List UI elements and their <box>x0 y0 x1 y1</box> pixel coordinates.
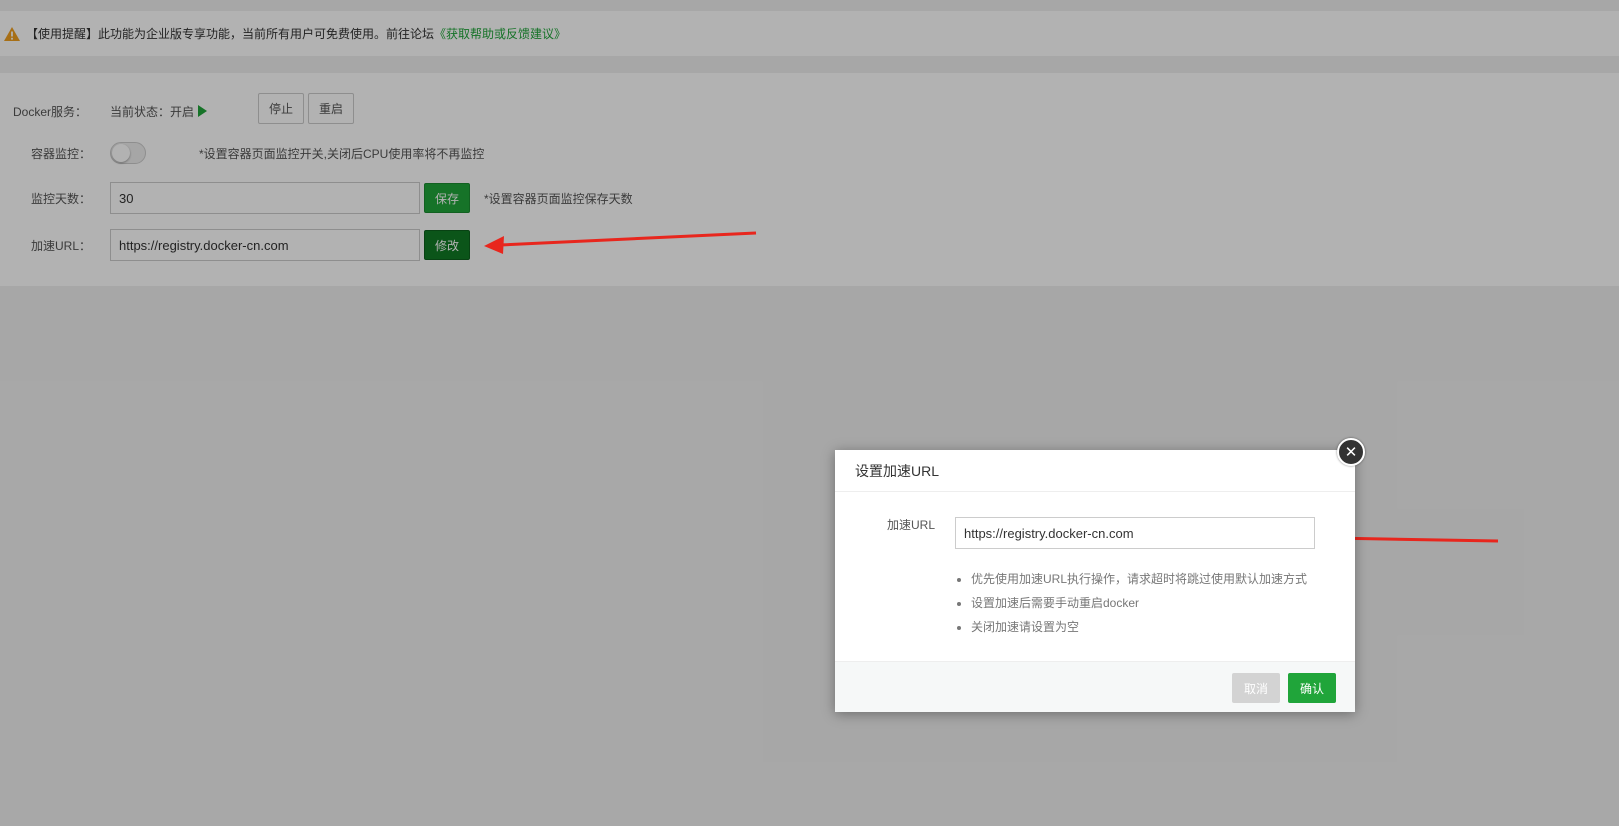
accel-url-dialog: 设置加速URL ✕ 加速URL https://registry.docker-… <box>835 438 1365 712</box>
dialog-field-label: 加速URL <box>887 518 936 532</box>
annotation-arrows <box>484 231 1499 547</box>
dialog-url-input[interactable]: https://registry.docker-cn.com <box>955 517 1315 549</box>
page: 【使用提醒】此功能为企业版专享功能，当前所有用户可免费使用。前往论坛 《获取帮助… <box>0 0 1619 826</box>
dialog-tips: 优先使用加速URL执行操作，请求超时将跳过使用默认加速方式 设置加速后需要手动重… <box>955 568 1307 640</box>
arrow-to-modify-button <box>484 231 757 254</box>
cancel-button[interactable]: 取消 <box>1232 673 1280 703</box>
tip-item: 设置加速后需要手动重启docker <box>971 592 1307 616</box>
confirm-button[interactable]: 确认 <box>1288 673 1336 703</box>
close-icon[interactable]: ✕ <box>1337 438 1365 466</box>
dialog-footer: 取消 确认 <box>835 661 1355 712</box>
tip-item: 关闭加速请设置为空 <box>971 616 1307 640</box>
tip-item: 优先使用加速URL执行操作，请求超时将跳过使用默认加速方式 <box>971 568 1307 592</box>
dialog-title: 设置加速URL <box>835 450 1355 492</box>
